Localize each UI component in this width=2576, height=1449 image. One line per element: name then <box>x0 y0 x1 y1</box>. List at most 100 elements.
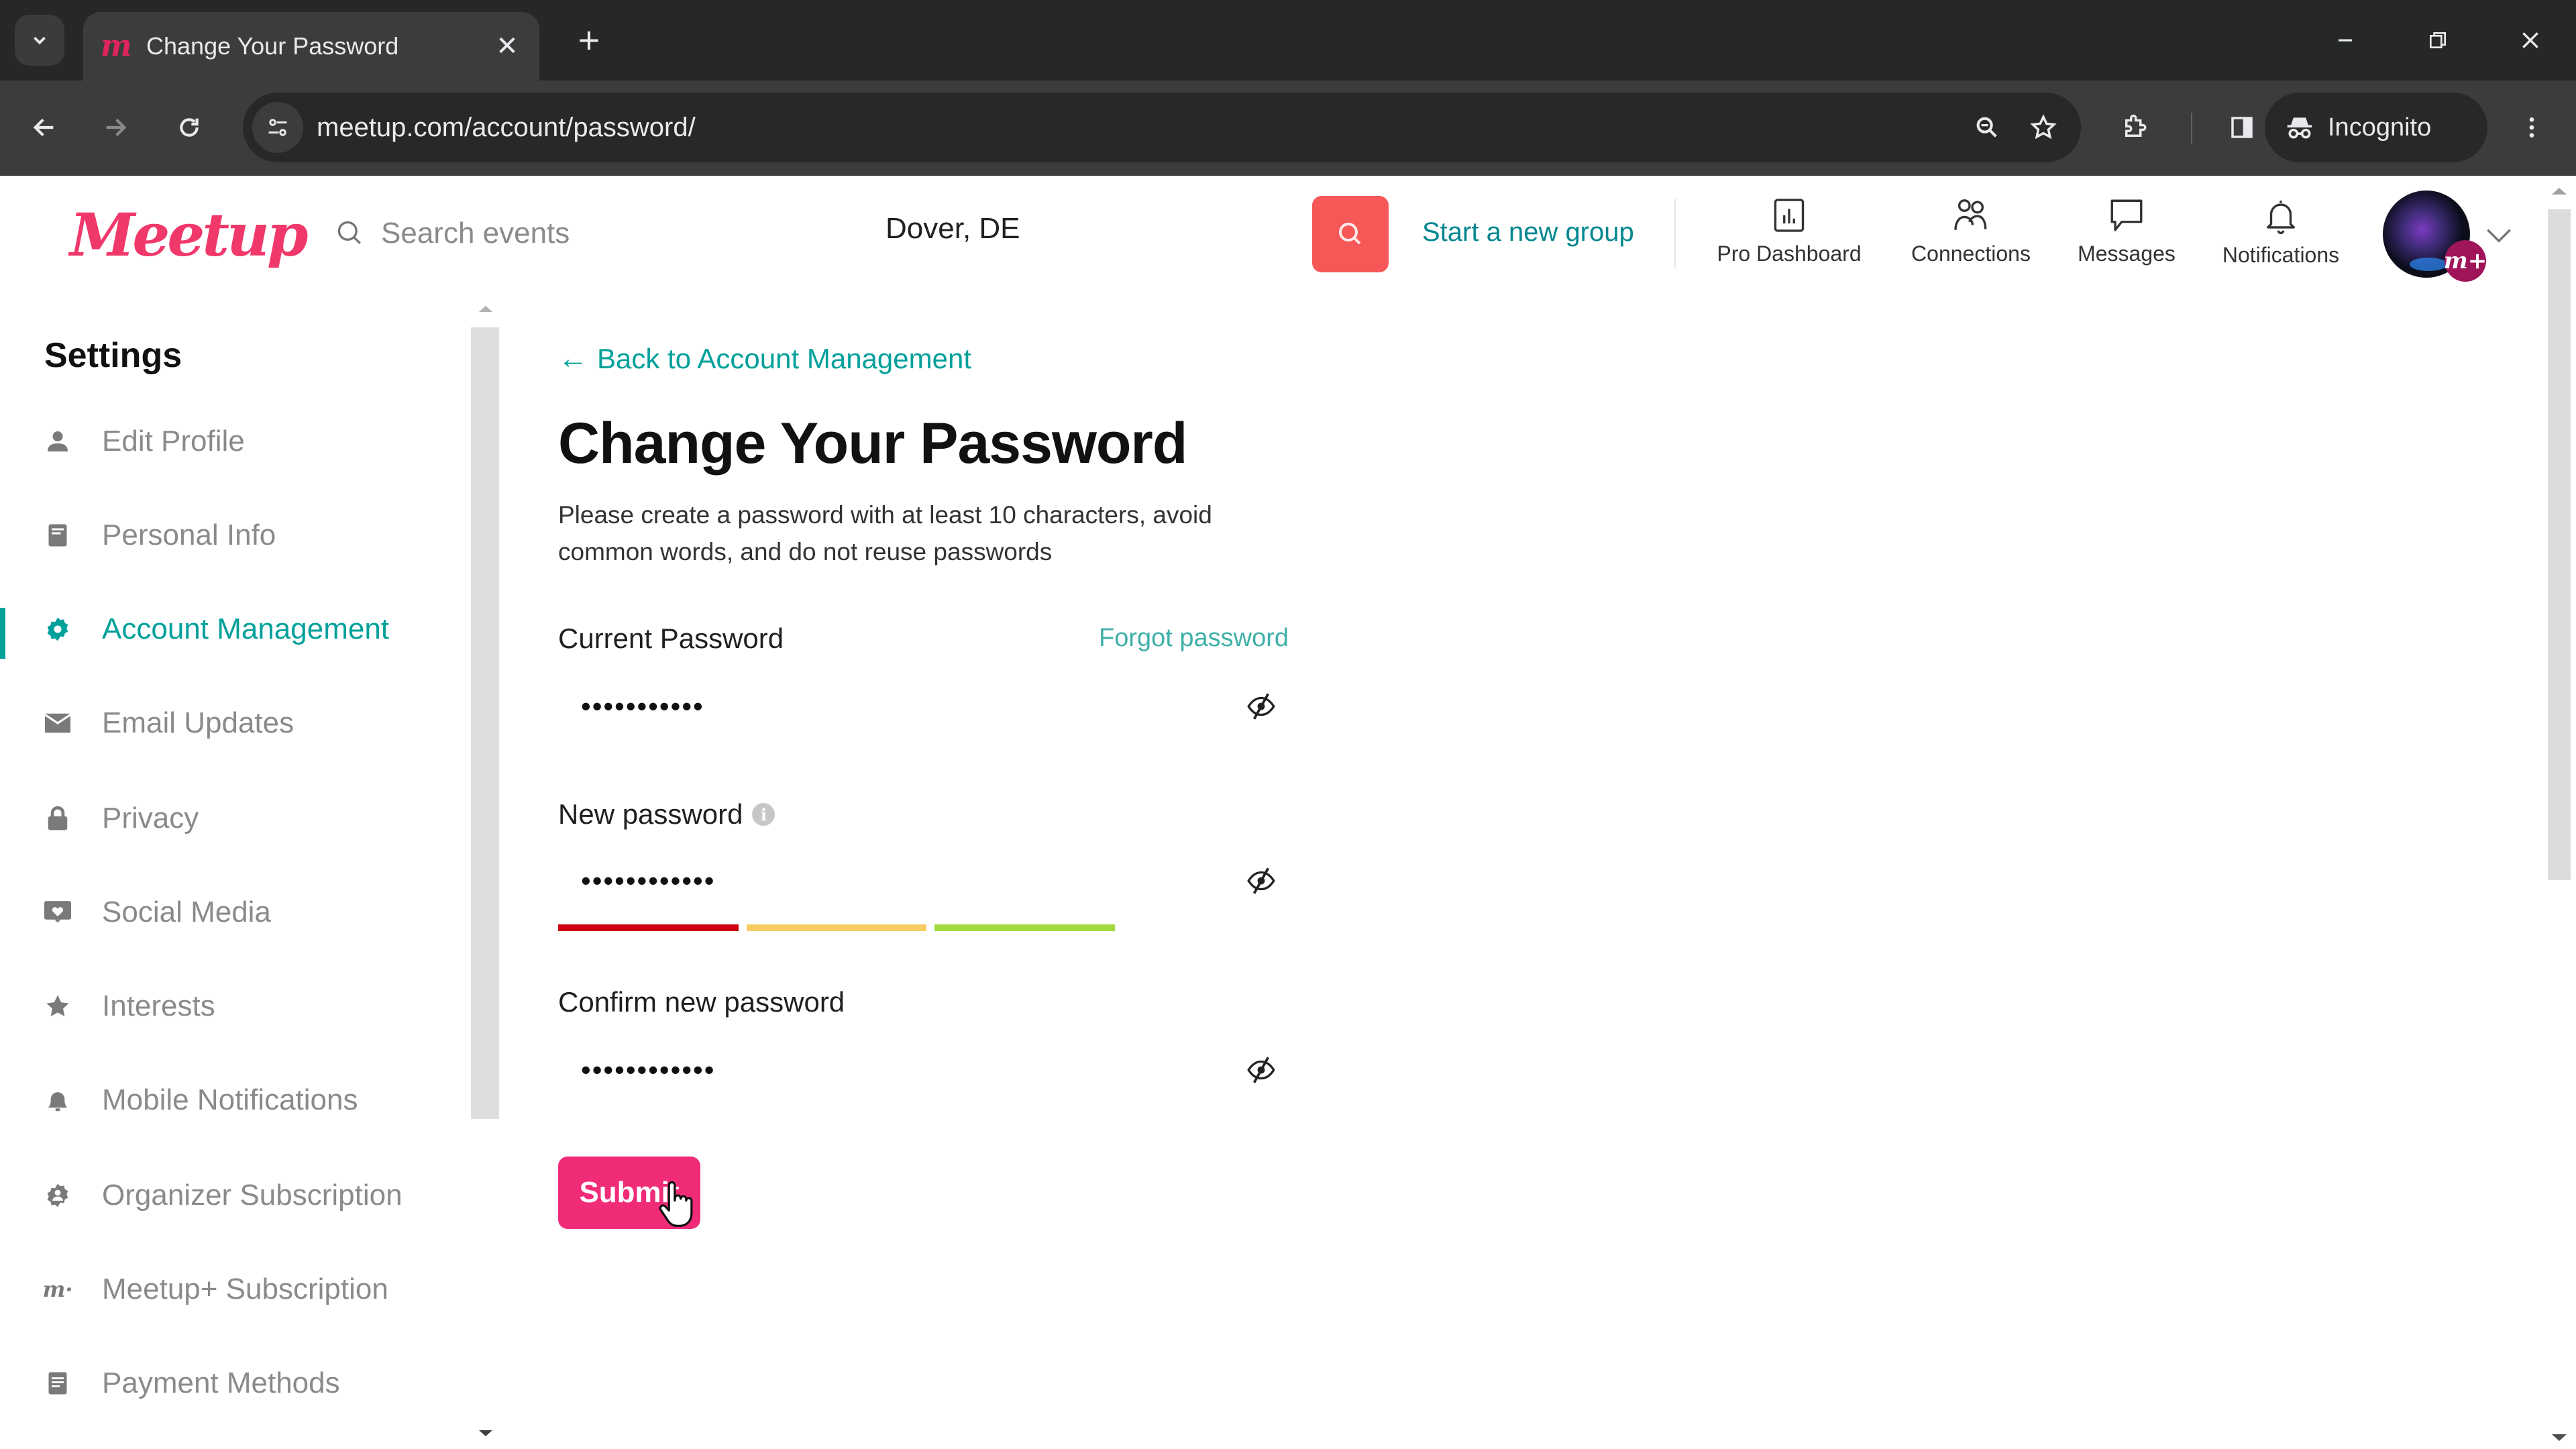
tab-title: Change Your Password <box>146 32 399 60</box>
address-bar[interactable]: meetup.com/account/password/ <box>243 93 2081 162</box>
puzzle-icon <box>2125 114 2147 137</box>
sidebar-item-personal-info[interactable]: Personal Info <box>0 502 470 569</box>
current-password-label: Current Password <box>558 623 784 655</box>
sidebar-item-interests[interactable]: Interests <box>0 973 470 1040</box>
site-info-button[interactable] <box>252 102 303 153</box>
sidebar-item-label: Account Management <box>102 612 390 645</box>
people-icon <box>1954 199 1987 230</box>
nav-label: Pro Dashboard <box>1717 241 1862 266</box>
meetup-plus-badge: m+ <box>2444 240 2487 282</box>
header-divider <box>1674 199 1676 268</box>
lock-icon <box>44 805 71 832</box>
new-password-input[interactable] <box>581 865 1185 897</box>
confirm-password-label-text: Confirm new password <box>558 986 845 1018</box>
nav-pro-dashboard[interactable]: Pro Dashboard <box>1712 196 1866 276</box>
document-icon <box>44 522 71 549</box>
arrow-left-icon <box>33 118 54 137</box>
current-password-field <box>558 667 1303 746</box>
star-icon <box>44 993 71 1020</box>
sidebar-item-social-media[interactable]: Social Media <box>0 879 470 946</box>
toggle-new-password-visibility[interactable] <box>1242 862 1280 900</box>
scroll-down-arrow-icon[interactable] <box>2552 1434 2567 1441</box>
new-password-label-text: New password <box>558 798 743 830</box>
search-events-input[interactable] <box>381 217 851 250</box>
search-submit-button[interactable] <box>1312 196 1389 272</box>
nav-label: Connections <box>1911 241 2031 266</box>
scroll-up-arrow-icon[interactable] <box>2552 188 2567 195</box>
sidebar-item-payment-methods[interactable]: Payment Methods <box>0 1350 470 1417</box>
eye-slash-icon <box>1247 693 1275 720</box>
scroll-down-arrow-icon[interactable] <box>479 1430 492 1436</box>
confirm-password-label: Confirm new password <box>558 986 845 1018</box>
bell-icon <box>44 1087 71 1114</box>
toggle-confirm-password-visibility[interactable] <box>1242 1051 1280 1089</box>
eye-slash-icon <box>1247 867 1275 894</box>
sidebar-item-label: Edit Profile <box>102 425 245 458</box>
sidebar-item-edit-profile[interactable]: Edit Profile <box>0 408 470 475</box>
bookmark-button[interactable] <box>2015 99 2072 156</box>
close-window-button[interactable] <box>2490 13 2571 67</box>
nav-label: Messages <box>2078 241 2176 266</box>
location-input[interactable] <box>885 212 1288 246</box>
close-icon <box>2522 32 2538 48</box>
zoom-button[interactable] <box>1959 99 2015 156</box>
sidebar-item-label: Interests <box>102 989 215 1022</box>
scroll-up-arrow-icon[interactable] <box>479 306 492 312</box>
page-scrollbar[interactable] <box>2542 176 2576 1449</box>
sidebar-item-privacy[interactable]: Privacy <box>0 785 470 852</box>
sidebar-item-meetup-plus-subscription[interactable]: m· Meetup+ Subscription <box>0 1256 470 1323</box>
card-icon <box>44 1370 71 1397</box>
sidebar-item-mobile-notifications[interactable]: Mobile Notifications <box>0 1067 470 1134</box>
sidebar-item-label: Organizer Subscription <box>102 1179 402 1212</box>
info-icon[interactable]: i <box>752 803 775 826</box>
arrow-right-icon <box>106 118 127 137</box>
sidebar-item-label: Meetup+ Subscription <box>102 1273 388 1305</box>
side-panel-icon <box>2231 117 2253 138</box>
strength-segment-strong <box>934 924 1116 931</box>
meetup-logo[interactable]: Meetup <box>70 200 309 270</box>
sidebar-item-label: Payment Methods <box>102 1366 340 1399</box>
tab-search-button[interactable] <box>15 15 64 66</box>
new-password-field <box>558 841 1303 920</box>
reload-button[interactable] <box>161 99 217 156</box>
forgot-password-link[interactable]: Forgot password <box>1099 624 1289 653</box>
side-panel-button[interactable] <box>2214 99 2270 156</box>
nav-notifications[interactable]: Notifications <box>2207 196 2355 276</box>
scrollbar-thumb[interactable] <box>2548 209 2571 880</box>
chat-bubble-icon <box>2110 199 2143 231</box>
gear-icon <box>44 616 71 643</box>
confirm-password-input[interactable] <box>581 1054 1185 1086</box>
new-tab-button[interactable]: + <box>568 19 610 62</box>
back-to-account-management-link[interactable]: ← Back to Account Management <box>558 342 971 376</box>
close-tab-icon[interactable]: ✕ <box>492 32 522 61</box>
extensions-button[interactable] <box>2106 99 2163 156</box>
bell-icon <box>2266 201 2296 235</box>
sidebar-item-account-management[interactable]: Account Management <box>0 596 470 663</box>
browser-menu-button[interactable] <box>2504 99 2560 156</box>
forward-button[interactable] <box>87 99 144 156</box>
back-link-label: Back to Account Management <box>597 343 971 374</box>
restore-button[interactable] <box>2398 13 2478 67</box>
sidebar-item-organizer-subscription[interactable]: Organizer Subscription <box>0 1162 470 1229</box>
nav-messages[interactable]: Messages <box>2068 196 2186 276</box>
url-text[interactable]: meetup.com/account/password/ <box>317 113 1959 143</box>
sidebar-item-email-updates[interactable]: Email Updates <box>0 690 470 757</box>
minimize-button[interactable] <box>2305 13 2385 67</box>
scrollbar-thumb[interactable] <box>471 327 499 1119</box>
toggle-current-password-visibility[interactable] <box>1242 688 1280 725</box>
browser-toolbar: meetup.com/account/password/ Incognito <box>0 80 2576 176</box>
minimize-icon <box>2339 39 2352 42</box>
zoom-magnifier-icon <box>1976 117 1997 138</box>
chevron-down-icon[interactable] <box>2482 219 2516 252</box>
sidebar-scrollbar[interactable] <box>470 291 500 1449</box>
nav-connections[interactable]: Connections <box>1897 196 2045 276</box>
incognito-indicator[interactable]: Incognito <box>2265 93 2487 162</box>
current-password-input[interactable] <box>581 690 1185 722</box>
chevron-down-icon <box>34 36 46 45</box>
back-button[interactable] <box>16 99 72 156</box>
browser-tab[interactable]: m Change Your Password ✕ <box>83 12 539 80</box>
settings-sidebar: Settings Edit Profile Personal Info Acco… <box>0 291 500 1449</box>
new-password-label: New password i <box>558 798 775 830</box>
start-new-group-link[interactable]: Start a new group <box>1422 217 1634 248</box>
strength-segment-weak <box>558 924 739 931</box>
